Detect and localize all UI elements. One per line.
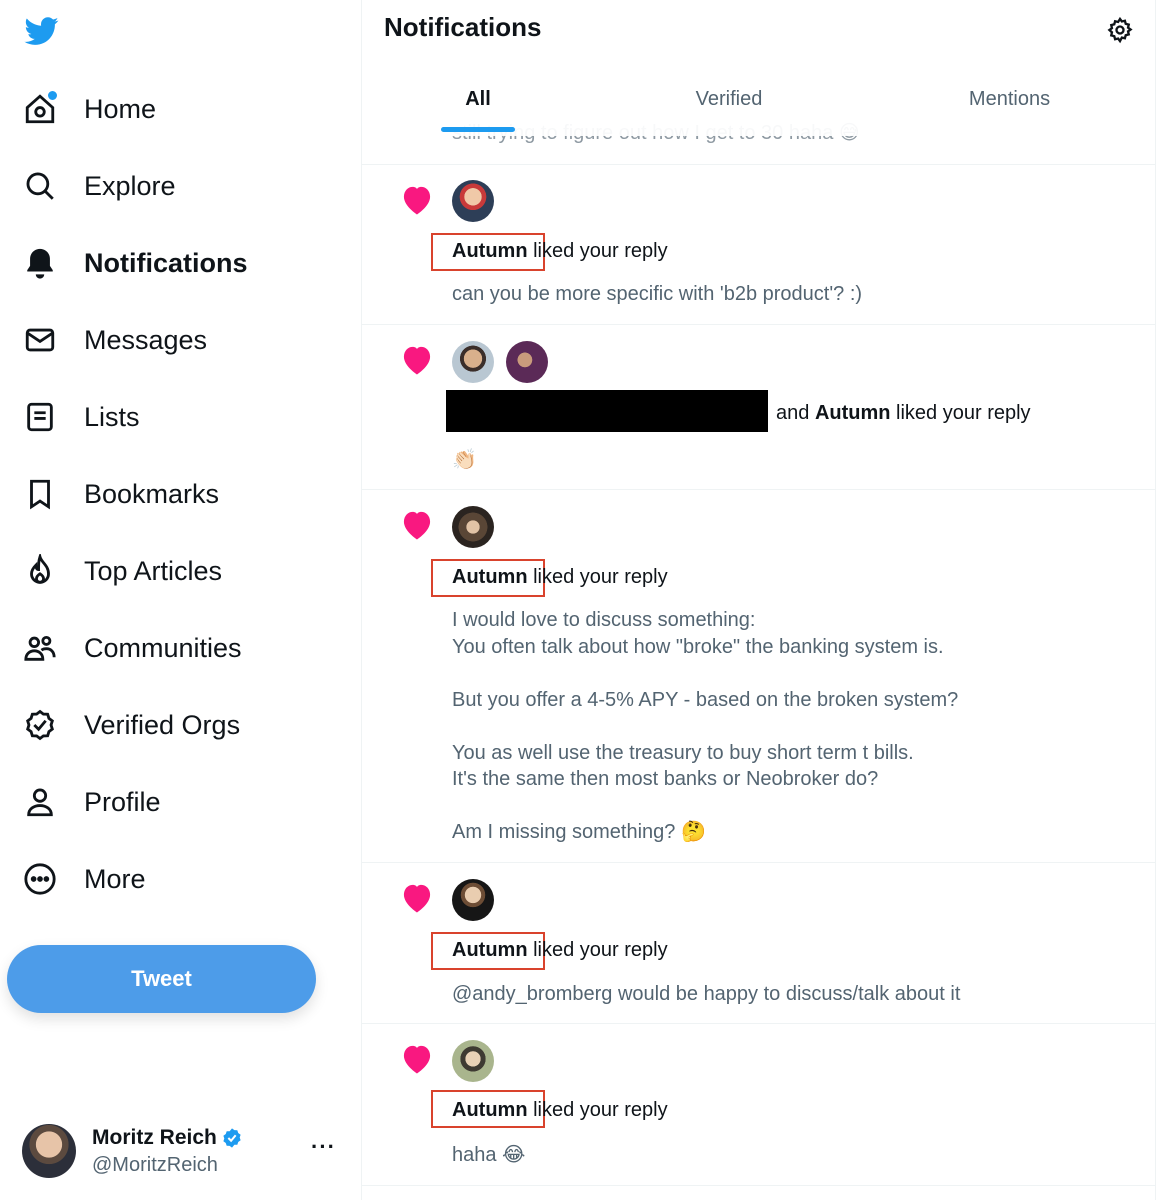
sidebar-item-label: Notifications	[84, 247, 248, 278]
active-tab-indicator	[441, 127, 515, 132]
avatar[interactable]	[452, 506, 494, 548]
page-title: Notifications	[384, 12, 542, 42]
reply-text: 👏🏻	[452, 447, 477, 471]
notifications-column: still trying to figure out how I get to …	[361, 0, 1156, 1200]
user-name[interactable]: Autumn	[452, 939, 528, 961]
twitter-logo-icon[interactable]	[22, 14, 62, 48]
tab-all[interactable]: All	[362, 70, 594, 130]
home-icon	[22, 89, 59, 127]
list-item[interactable]: Autumn liked your reply can you be more …	[362, 164, 1155, 325]
user-name[interactable]: Autumn	[452, 240, 528, 262]
verified-badge-icon	[22, 707, 58, 743]
reply-text: I would love to discuss something: You o…	[452, 609, 959, 843]
user-name[interactable]: Autumn	[815, 402, 891, 424]
sidebar-item-label: Top Articles	[84, 555, 223, 586]
reply-text: can you be more specific with 'b2b produ…	[452, 283, 863, 305]
tab-bar: All Verified Mentions	[362, 70, 1155, 130]
heart-icon	[403, 884, 431, 913]
person-icon	[22, 784, 58, 820]
sidebar-item-label: More	[84, 863, 146, 894]
envelope-icon	[22, 322, 58, 358]
heart-icon	[403, 186, 431, 215]
account-handle: @MoritzReich	[92, 1153, 218, 1176]
sidebar-item-explore[interactable]: Explore	[22, 159, 176, 213]
sidebar-item-lists[interactable]: Lists	[22, 390, 140, 444]
avatar[interactable]	[452, 180, 494, 222]
bell-icon	[22, 245, 58, 281]
action-text: liked your reply	[527, 240, 668, 262]
conjunction-text: and	[776, 402, 815, 424]
sidebar-item-verified-orgs[interactable]: Verified Orgs	[22, 698, 240, 752]
avatar[interactable]	[452, 1040, 494, 1082]
unread-dot	[46, 89, 59, 102]
tab-verified[interactable]: Verified	[594, 70, 864, 130]
flame-icon	[22, 553, 58, 589]
bookmark-icon	[22, 476, 58, 512]
account-name-row: Moritz Reich	[92, 1126, 243, 1150]
tweet-button[interactable]: Tweet	[7, 945, 316, 1013]
notification-line: Autumn liked your reply	[452, 566, 668, 589]
sidebar-item-profile[interactable]: Profile	[22, 775, 161, 829]
notification-line: Autumn liked your reply	[452, 939, 668, 962]
tab-mentions[interactable]: Mentions	[864, 70, 1155, 130]
avatar[interactable]	[452, 879, 494, 921]
header: Notifications All Verified Mentions	[362, 0, 1155, 136]
sidebar-item-more[interactable]: More	[22, 852, 146, 906]
sidebar-item-label: Profile	[84, 786, 161, 817]
notification-line: Autumn liked your reply	[452, 240, 668, 263]
sidebar: Home Explore Notifications Messages List…	[0, 0, 360, 1200]
reply-text: haha 😂	[452, 1144, 526, 1166]
heart-icon	[403, 511, 431, 540]
action-text: liked your reply	[890, 402, 1031, 424]
notification-line: Autumn liked your reply	[452, 1099, 668, 1122]
action-text: liked your reply	[527, 1099, 668, 1121]
action-text: liked your reply	[527, 566, 668, 588]
sidebar-item-bookmarks[interactable]: Bookmarks	[22, 467, 219, 521]
gear-icon[interactable]	[1106, 16, 1134, 44]
sidebar-item-messages[interactable]: Messages	[22, 313, 207, 367]
account-name: Moritz Reich	[92, 1125, 217, 1149]
sidebar-item-notifications[interactable]: Notifications	[22, 236, 248, 290]
notification-line: and Autumn liked your reply	[776, 402, 1031, 425]
sidebar-item-top-articles[interactable]: Top Articles	[22, 544, 222, 598]
list-item[interactable]: Autumn liked your reply @andy_bromberg w…	[362, 862, 1155, 1024]
reply-text: @andy_bromberg would be happy to discuss…	[452, 983, 961, 1005]
user-name[interactable]: Autumn	[452, 1099, 528, 1121]
sidebar-item-home[interactable]: Home	[22, 82, 156, 136]
sidebar-item-communities[interactable]: Communities	[22, 621, 242, 675]
heart-icon	[403, 1045, 431, 1074]
more-dots-icon[interactable]: ···	[311, 1134, 336, 1160]
search-icon	[22, 168, 58, 204]
verified-check-icon	[223, 1127, 241, 1148]
list-item[interactable]: and Autumn liked your reply 👏🏻	[362, 324, 1155, 490]
sidebar-item-label: Messages	[84, 324, 208, 355]
list-item[interactable]: Autumn liked your reply haha 😂	[362, 1023, 1155, 1186]
sidebar-item-label: Explore	[84, 170, 176, 201]
sidebar-item-label: Home	[84, 93, 157, 124]
avatar[interactable]	[506, 341, 548, 383]
avatar[interactable]	[452, 341, 494, 383]
action-text: liked your reply	[527, 939, 668, 961]
sidebar-item-label: Lists	[84, 401, 140, 432]
list-item[interactable]: Autumn liked your reply I would love to …	[362, 489, 1155, 863]
sidebar-item-label: Communities	[84, 632, 242, 663]
sidebar-item-label: Verified Orgs	[84, 709, 241, 740]
user-name[interactable]: Autumn	[452, 566, 528, 588]
redaction-box	[446, 390, 768, 432]
more-circle-icon	[22, 861, 58, 897]
list-item[interactable]	[362, 136, 1155, 165]
account-switcher[interactable]: Moritz Reich @MoritzReich ···	[22, 1122, 342, 1180]
avatar	[22, 1124, 76, 1178]
communities-icon	[22, 630, 58, 666]
heart-icon	[403, 346, 431, 375]
list-icon	[22, 399, 58, 435]
sidebar-item-label: Bookmarks	[84, 478, 220, 509]
